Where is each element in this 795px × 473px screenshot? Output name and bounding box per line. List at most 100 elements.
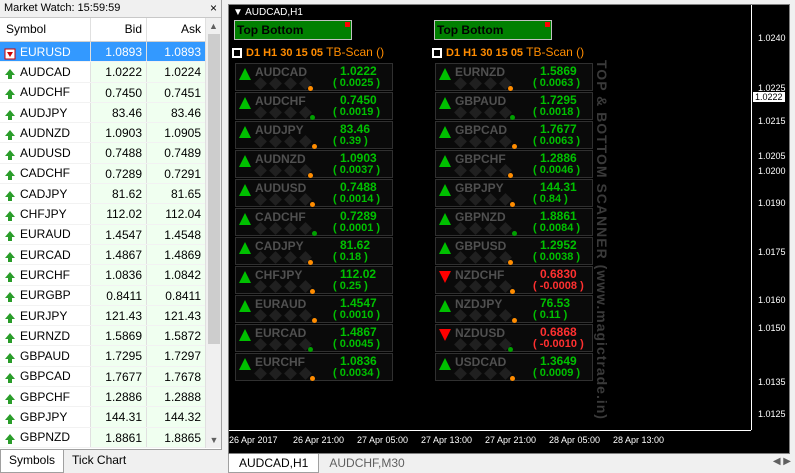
table-row[interactable]: EURAUD 1.4547 1.4548 xyxy=(0,224,205,245)
scanner-cell[interactable]: NZDCHF 0.6830( -0.0008 ) xyxy=(435,266,593,294)
scroll-thumb[interactable] xyxy=(208,34,220,344)
up-arrow-icon xyxy=(4,330,16,343)
table-row[interactable]: AUDCHF 0.7450 0.7451 xyxy=(0,82,205,103)
table-row[interactable]: EURGBP 0.8411 0.8411 xyxy=(0,285,205,306)
tab-tick-chart[interactable]: Tick Chart xyxy=(64,450,134,473)
chart-title-text: AUDCAD,H1 xyxy=(245,7,303,18)
scanner-cell[interactable]: AUDUSD 0.7488( 0.0014 ) xyxy=(235,179,393,207)
up-arrow-icon xyxy=(4,66,16,79)
scanner-cell[interactable]: AUDCAD 1.0222( 0.0025 ) xyxy=(235,63,393,91)
column-ask[interactable]: Ask xyxy=(146,18,205,41)
scanner-cell[interactable]: EURCHF 1.0836( 0.0034 ) xyxy=(235,353,393,381)
tab-symbols[interactable]: Symbols xyxy=(0,450,65,473)
scanner-change: ( 0.84 ) xyxy=(533,193,568,205)
scanner-cell[interactable]: NZDJPY 76.53( 0.11 ) xyxy=(435,295,593,323)
scanner-cell[interactable]: GBPCHF 1.2886( 0.0046 ) xyxy=(435,150,593,178)
top-bottom-scanner-button-left[interactable]: Top Bottom Scanner xyxy=(234,20,352,55)
diamond-icon xyxy=(254,367,267,380)
table-row[interactable]: CHFJPY 112.02 112.04 xyxy=(0,204,205,225)
scanner-cell[interactable]: NZDUSD 0.6868( -0.0010 ) xyxy=(435,324,593,352)
table-row[interactable]: EURCHF 1.0836 1.0842 xyxy=(0,265,205,286)
scanner-change: ( 0.0084 ) xyxy=(533,222,581,234)
table-row[interactable]: AUDUSD 0.7488 0.7489 xyxy=(0,143,205,164)
table-row[interactable]: CADCHF 0.7289 0.7291 xyxy=(0,163,205,185)
scanner-symbol: EURCAD xyxy=(255,326,307,340)
symbol-name: GBPAUD xyxy=(20,349,70,364)
close-icon[interactable] xyxy=(545,22,550,27)
scanner-cell[interactable]: GBPNZD 1.8861( 0.0084 ) xyxy=(435,208,593,236)
close-icon[interactable]: × xyxy=(210,1,217,15)
symbol-cell: AUDCAD xyxy=(0,62,90,81)
close-icon[interactable] xyxy=(345,22,350,27)
symbol-name: EURCHF xyxy=(20,267,70,282)
diamond-icon xyxy=(454,251,467,264)
symbol-cell: EURAUD xyxy=(0,225,90,244)
table-row[interactable]: GBPCAD 1.7677 1.7678 xyxy=(0,366,205,388)
top-bottom-scanner-button-right[interactable]: Top Bottom Scanner xyxy=(434,20,552,55)
scanner-cell[interactable]: AUDNZD 1.0903( 0.0037 ) xyxy=(235,150,393,178)
column-bid[interactable]: Bid xyxy=(90,18,146,41)
scanner-cell[interactable]: CHFJPY 112.02( 0.25 ) xyxy=(235,266,393,294)
scanner-change: ( 0.11 ) xyxy=(533,309,568,321)
market-watch-panel: Market Watch: 15:59:59 × Symbol Bid Ask … xyxy=(0,0,222,473)
scanner-value: 1.7295 xyxy=(540,93,577,107)
diamond-icon xyxy=(469,164,482,177)
scroll-up-icon[interactable]: ▲ xyxy=(206,18,221,34)
scanner-cell[interactable]: CADJPY 81.62( 0.18 ) xyxy=(235,237,393,265)
scanner-cell[interactable]: GBPUSD 1.2952( 0.0038 ) xyxy=(435,237,593,265)
chart-window[interactable]: ▼ AUDCAD,H1 Top Bottom Scanner D1 H1 30 1… xyxy=(228,4,790,454)
scanner-change: ( 0.0010 ) xyxy=(333,309,381,321)
chart-tab-audchf[interactable]: AUDCHF,M30 xyxy=(319,454,414,473)
signal-dot-icon xyxy=(510,376,515,381)
up-arrow-icon xyxy=(4,228,16,242)
table-row[interactable]: EURNZD 1.5869 1.5872 xyxy=(0,326,205,347)
scanner-cell[interactable]: AUDJPY 83.46( 0.39 ) xyxy=(235,121,393,149)
diamond-icon xyxy=(484,164,497,177)
table-row[interactable]: AUDJPY 83.46 83.46 xyxy=(0,102,205,124)
table-row[interactable]: GBPAUD 1.7295 1.7297 xyxy=(0,346,205,367)
scanner-cell[interactable]: CADCHF 0.7289( 0.0001 ) xyxy=(235,208,393,236)
chart-plot[interactable]: ▼ AUDCAD,H1 Top Bottom Scanner D1 H1 30 1… xyxy=(229,5,751,430)
table-row[interactable]: GBPNZD 1.8861 1.8865 xyxy=(0,427,205,448)
diamond-icon xyxy=(284,106,297,119)
scanner-cell[interactable]: AUDCHF 0.7450( 0.0019 ) xyxy=(235,92,393,120)
scanner-cell[interactable]: EURNZD 1.5869( 0.0063 ) xyxy=(435,63,593,91)
up-triangle-icon xyxy=(439,184,451,196)
settings-icon[interactable] xyxy=(432,48,442,59)
table-row[interactable]: CADJPY 81.62 81.65 xyxy=(0,184,205,205)
scanner-change: ( 0.18 ) xyxy=(333,251,368,263)
table-row[interactable]: AUDNZD 1.0903 1.0905 xyxy=(0,123,205,144)
table-row[interactable]: AUDCAD 1.0222 1.0224 xyxy=(0,62,205,83)
diamond-icon xyxy=(484,251,497,264)
scanner-cell[interactable]: EURAUD 1.4547( 0.0010 ) xyxy=(235,295,393,323)
price-axis: 1.0240 1.0225 1.0222 1.0215 1.0205 1.0200 1.01… xyxy=(751,5,791,430)
table-row[interactable]: EURUSD 1.0893 1.0893 xyxy=(0,42,205,63)
scrollbar[interactable]: ▲ ▼ xyxy=(205,18,221,448)
time-label: 26 Apr 21:00 xyxy=(293,435,345,445)
scroll-down-icon[interactable]: ▼ xyxy=(206,432,222,448)
symbol-name: CADCHF xyxy=(20,166,70,181)
scanner-cell[interactable]: GBPJPY 144.31( 0.84 ) xyxy=(435,179,593,207)
time-label: 27 Apr 13:00 xyxy=(421,435,473,445)
chart-tab-audcad[interactable]: AUDCAD,H1 xyxy=(228,454,320,473)
column-symbol[interactable]: Symbol xyxy=(0,18,90,41)
table-row[interactable]: EURCAD 1.4867 1.4869 xyxy=(0,244,205,266)
symbol-cell: EURCAD xyxy=(0,245,90,264)
scanner-change: ( 0.0038 ) xyxy=(533,251,581,263)
settings-icon[interactable] xyxy=(232,48,242,59)
scanner-change: ( 0.25 ) xyxy=(333,280,368,292)
up-arrow-icon xyxy=(4,310,16,323)
scanner-cell[interactable]: EURCAD 1.4867( 0.0045 ) xyxy=(235,324,393,352)
table-row[interactable]: GBPJPY 144.31 144.32 xyxy=(0,407,205,428)
scanner-cell[interactable]: GBPCAD 1.7677( 0.0063 ) xyxy=(435,121,593,149)
tab-nav-icon[interactable]: ◀ ▶ xyxy=(773,456,791,467)
table-row[interactable]: GBPCHF 1.2886 1.2888 xyxy=(0,387,205,408)
scanner-cell[interactable]: USDCAD 1.3649( 0.0009 ) xyxy=(435,353,593,381)
diamond-icon xyxy=(254,135,267,148)
scanner-cell[interactable]: GBPAUD 1.7295( 0.0018 ) xyxy=(435,92,593,120)
table-row[interactable]: EURJPY 121.43 121.43 xyxy=(0,305,205,327)
ask-cell: 1.0842 xyxy=(146,265,205,285)
up-triangle-icon xyxy=(439,242,451,254)
diamond-icon xyxy=(484,367,497,380)
symbol-cell: CHFJPY xyxy=(0,204,90,223)
